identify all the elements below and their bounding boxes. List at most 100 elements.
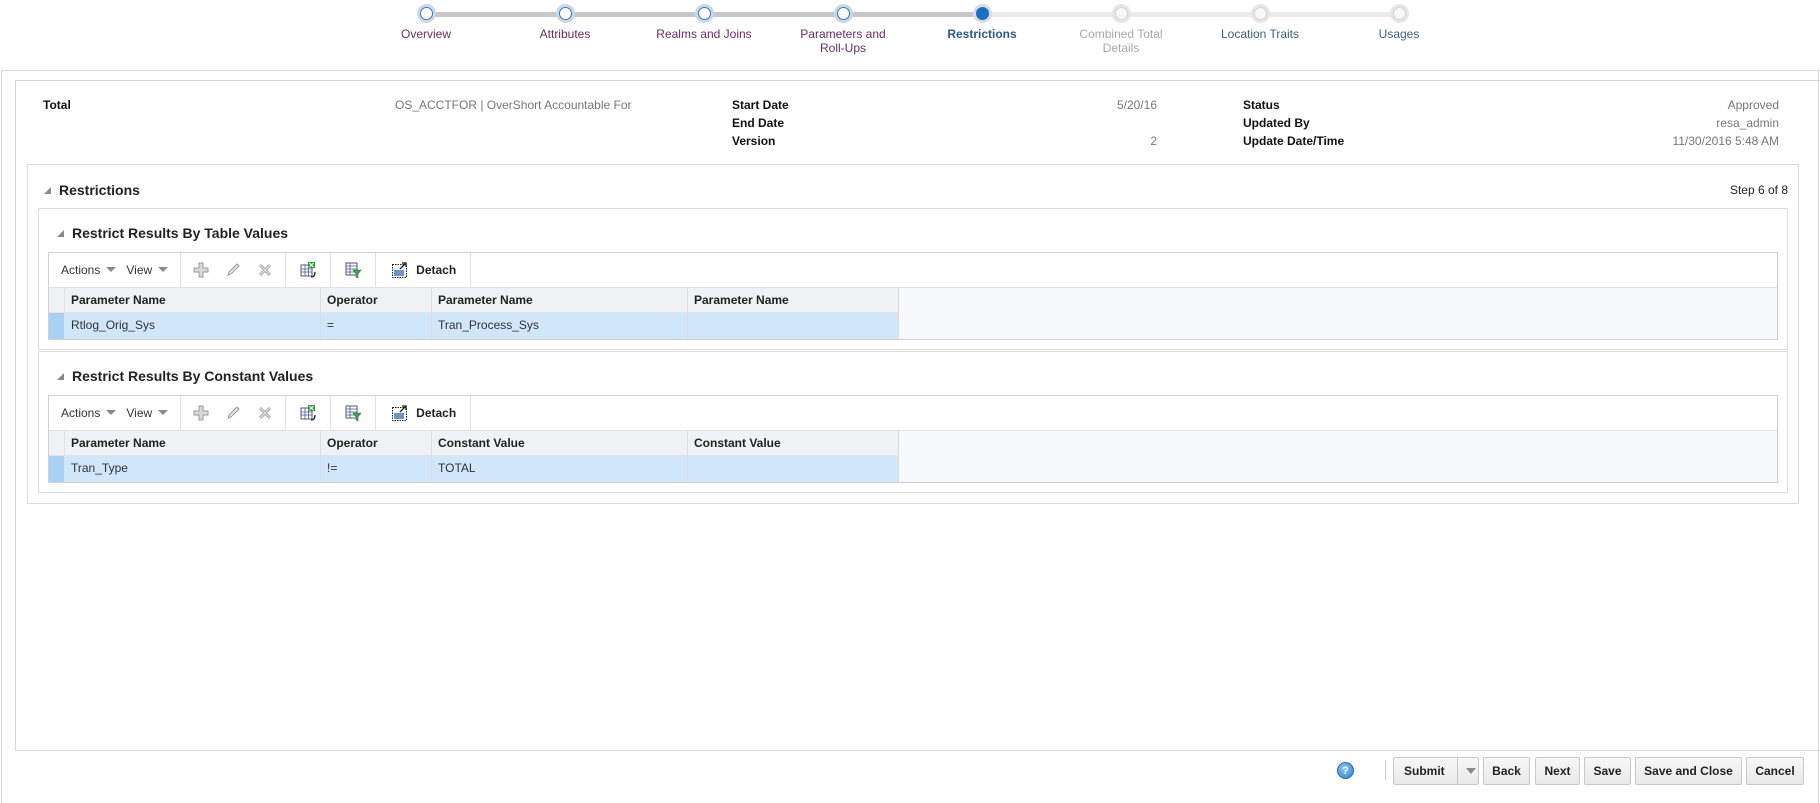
edit-pencil-icon[interactable] (223, 403, 243, 423)
dropdown-arrow-icon (158, 410, 169, 415)
total-type-label: Total (43, 98, 71, 112)
back-button[interactable]: Back (1483, 757, 1530, 785)
train-step-overview[interactable]: Overview (356, 0, 496, 41)
detach-button[interactable]: Detach (416, 263, 456, 277)
submit-button-label: Submit (1404, 764, 1445, 778)
version-label: Version (732, 134, 776, 148)
constant-values-table: Actions View Detach Parameter Name Opera… (48, 395, 1778, 483)
train-step-realms-and-joins[interactable]: Realms and Joins (634, 0, 774, 41)
column-header[interactable]: Constant Value (688, 431, 899, 456)
column-header[interactable]: Parameter Name (432, 288, 688, 313)
table-toolbar: Actions View Detach (49, 252, 1777, 288)
table-row[interactable]: Tran_Type != TOTAL (49, 456, 899, 482)
actions-menu-label: Actions (61, 406, 101, 420)
step-circle-current-icon (972, 4, 992, 23)
step-circle-icon (694, 4, 714, 23)
constant-values-title: Restrict Results By Constant Values (72, 368, 314, 384)
table-cell[interactable]: Tran_Type (65, 456, 321, 482)
table-row[interactable]: Rtlog_Orig_Sys = Tran_Process_Sys (49, 313, 899, 339)
actions-menu[interactable]: Actions (61, 263, 117, 277)
detach-icon[interactable] (390, 260, 410, 280)
view-menu-label: View (126, 406, 153, 420)
add-icon[interactable] (191, 260, 211, 280)
detach-icon[interactable] (390, 403, 410, 423)
export-excel-icon[interactable] (298, 260, 318, 280)
table-cell[interactable]: Tran_Process_Sys (432, 313, 688, 339)
constant-values-grid: Parameter Name Operator Constant Value C… (49, 431, 899, 482)
train-step-attributes[interactable]: Attributes (495, 0, 635, 41)
train-step-label: Overview (400, 27, 451, 41)
button-split (1456, 758, 1458, 784)
row-gutter (49, 288, 65, 313)
table-cell[interactable]: Rtlog_Orig_Sys (65, 313, 321, 339)
step-circle-icon (416, 4, 436, 23)
save-button[interactable]: Save (1584, 757, 1631, 785)
dropdown-arrow-icon (106, 267, 117, 272)
train-step-label: Usages (1378, 27, 1420, 41)
table-values-table: Actions View Detach Parameter Name Opera… (48, 252, 1778, 340)
table-values-header[interactable]: Restrict Results By Table Values (57, 225, 288, 241)
row-gutter (49, 431, 65, 456)
train-step-location-traits[interactable]: Location Traits (1190, 0, 1330, 41)
delete-x-icon[interactable] (255, 260, 275, 280)
train-step-label: Parameters and Roll-Ups (800, 27, 886, 55)
collapse-triangle-icon[interactable] (57, 230, 64, 237)
step-indicator: Step 6 of 8 (1729, 183, 1788, 197)
actions-menu[interactable]: Actions (61, 406, 117, 420)
view-menu[interactable]: View (126, 263, 169, 277)
process-train: Overview Attributes Realms and Joins Par… (0, 0, 1820, 62)
constant-values-section: Restrict Results By Constant Values Acti… (38, 351, 1788, 493)
step-circle-disabled-icon (1111, 4, 1131, 23)
dropdown-arrow-icon (106, 410, 117, 415)
header-total-id: OS_ACCTFOR | OverShort Accountable For (395, 96, 632, 114)
table-cell[interactable]: TOTAL (432, 456, 688, 482)
query-by-example-icon[interactable] (343, 403, 363, 423)
delete-x-icon[interactable] (255, 403, 275, 423)
train-step-label: Realms and Joins (656, 27, 752, 41)
header-type: Total (43, 96, 71, 114)
column-header[interactable]: Parameter Name (65, 288, 321, 313)
detach-button[interactable]: Detach (416, 406, 456, 420)
export-excel-icon[interactable] (298, 403, 318, 423)
train-step-restrictions[interactable]: Restrictions (912, 0, 1052, 41)
table-cell[interactable]: = (321, 313, 432, 339)
column-header[interactable]: Operator (321, 431, 432, 456)
restrictions-panel: Restrictions Step 6 of 8 Restrict Result… (27, 164, 1799, 504)
restrictions-header[interactable]: Restrictions (44, 182, 140, 198)
column-header[interactable]: Operator (321, 288, 432, 313)
actions-menu-label: Actions (61, 263, 101, 277)
table-cell[interactable] (688, 313, 899, 339)
column-header[interactable]: Parameter Name (65, 431, 321, 456)
help-icon[interactable]: ? (1337, 762, 1354, 779)
train-step-parameters-and-rollups[interactable]: Parameters and Roll-Ups (773, 0, 913, 55)
add-icon[interactable] (191, 403, 211, 423)
train-step-label: Attributes (539, 27, 591, 41)
next-button[interactable]: Next (1535, 757, 1580, 785)
column-header[interactable]: Constant Value (432, 431, 688, 456)
column-header[interactable]: Parameter Name (688, 288, 899, 313)
constant-values-header[interactable]: Restrict Results By Constant Values (57, 368, 313, 384)
submit-dropdown-icon[interactable] (1465, 768, 1476, 774)
total-id-value: OS_ACCTFOR | OverShort Accountable For (395, 98, 632, 112)
view-menu[interactable]: View (126, 406, 169, 420)
save-and-close-button[interactable]: Save and Close (1635, 757, 1742, 785)
edit-pencil-icon[interactable] (223, 260, 243, 280)
table-cell[interactable]: != (321, 456, 432, 482)
version-value: 2 (1150, 134, 1157, 148)
collapse-triangle-icon[interactable] (44, 187, 51, 194)
train-step-usages[interactable]: Usages (1329, 0, 1469, 41)
table-header-row: Parameter Name Operator Parameter Name P… (49, 288, 899, 313)
header-status: Status Approved Updated By resa_admin Up… (1243, 96, 1779, 150)
cancel-button[interactable]: Cancel (1746, 757, 1804, 785)
step-circle-icon (833, 4, 853, 23)
updated-by-label: Updated By (1243, 116, 1310, 130)
query-by-example-icon[interactable] (343, 260, 363, 280)
step-circle-icon (1250, 4, 1270, 23)
train-step-label: Combined Total Details (1079, 27, 1163, 55)
restrictions-title: Restrictions (59, 182, 140, 198)
submit-button[interactable]: Submit (1393, 757, 1479, 785)
table-cell[interactable] (688, 456, 899, 482)
toolbar-separator (1385, 760, 1386, 780)
collapse-triangle-icon[interactable] (57, 373, 64, 380)
table-values-grid: Parameter Name Operator Parameter Name P… (49, 288, 899, 339)
